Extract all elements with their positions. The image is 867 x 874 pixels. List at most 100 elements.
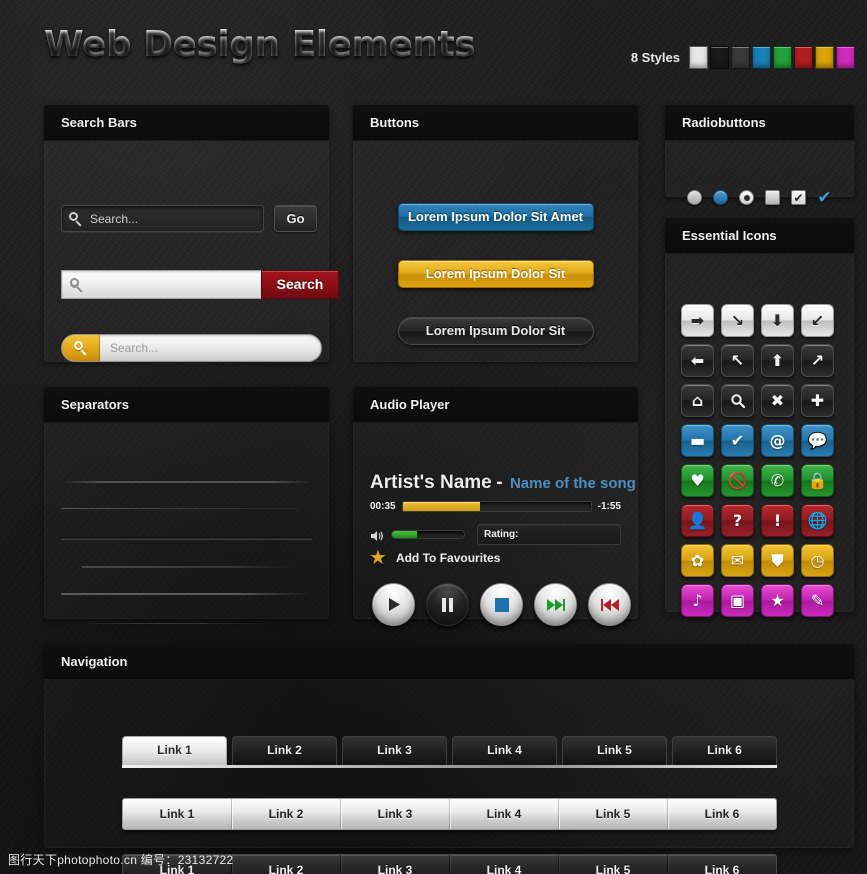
nav2-link-link-6[interactable]: Link 6 [667, 799, 776, 829]
swatch-red[interactable] [794, 46, 813, 69]
arrow-down-right-icon-glyph: ↘ [730, 310, 745, 330]
question-icon[interactable]: ? [721, 504, 754, 537]
nav-tab-link-3[interactable]: Link 3 [342, 736, 447, 765]
nav3-link-link-5[interactable]: Link 5 [558, 855, 667, 874]
rating-dots[interactable] [524, 526, 554, 544]
nav3-link-link-3[interactable]: Link 3 [340, 855, 449, 874]
nav2-link-link-1[interactable]: Link 1 [123, 799, 231, 829]
radio-white-dot[interactable] [739, 190, 754, 205]
dark-button[interactable]: Lorem Ipsum Dolor Sit [397, 317, 594, 345]
search-input-light[interactable] [61, 270, 261, 299]
chat-icon[interactable]: 💬 [801, 424, 834, 457]
search-bar-rounded: Search... [61, 334, 322, 362]
music-icon[interactable]: ♪ [681, 584, 714, 617]
block-icon[interactable]: 🚫 [721, 464, 754, 497]
nav-tabs-underline [122, 765, 777, 768]
plus-icon[interactable]: ✚ [801, 384, 834, 417]
swatch-blue[interactable] [752, 46, 771, 69]
panel-search-bars: Search Bars Search... Go Search Search..… [44, 105, 339, 362]
nav3-link-link-6[interactable]: Link 6 [667, 855, 776, 874]
artist-name: Artist's Name [370, 472, 492, 493]
user-icon[interactable]: 👤 [681, 504, 714, 537]
nav3-link-link-4[interactable]: Link 4 [449, 855, 558, 874]
nav-tab-link-4[interactable]: Link 4 [452, 736, 557, 765]
nav2-link-link-3[interactable]: Link 3 [340, 799, 449, 829]
star-icon[interactable]: ★ [761, 584, 794, 617]
check-icon[interactable]: ✔ [721, 424, 754, 457]
nav-tab-link-2[interactable]: Link 2 [232, 736, 337, 765]
arrow-up-icon[interactable]: ⬆ [761, 344, 794, 377]
arrow-right-icon[interactable]: ➡ [681, 304, 714, 337]
checkbox-checked[interactable]: ✔ [791, 190, 806, 205]
nav3-link-link-2[interactable]: Link 2 [231, 855, 340, 874]
swatch-black[interactable] [710, 46, 729, 69]
swatch-magenta[interactable] [836, 46, 855, 69]
close-icon[interactable]: ✖ [761, 384, 794, 417]
search-input-rounded[interactable]: Search... [61, 334, 322, 362]
pause-button[interactable] [426, 583, 469, 626]
next-button[interactable] [534, 583, 577, 626]
rating-control[interactable]: Rating: [477, 524, 621, 545]
globe-icon[interactable]: 🌐 [801, 504, 834, 537]
at-icon[interactable]: @ [761, 424, 794, 457]
nav-tab-link-1[interactable]: Link 1 [122, 736, 227, 765]
speaker-icon[interactable] [370, 529, 384, 541]
nav-tab-link-6[interactable]: Link 6 [672, 736, 777, 765]
search-icon[interactable] [721, 384, 754, 417]
radio-blue-selected[interactable] [713, 190, 728, 205]
clock-icon[interactable]: ◷ [801, 544, 834, 577]
heart-icon[interactable]: ♥ [681, 464, 714, 497]
nav-tab-link-5[interactable]: Link 5 [562, 736, 667, 765]
separator-6 [74, 623, 289, 624]
swatch-dark-gray[interactable] [731, 46, 750, 69]
music-icon-glyph: ♪ [692, 590, 703, 610]
nav2-link-link-4[interactable]: Link 4 [449, 799, 558, 829]
arrow-left-icon[interactable]: ⬅ [681, 344, 714, 377]
search-icon-badge[interactable] [62, 335, 100, 361]
arrow-down-left-icon[interactable]: ↙ [801, 304, 834, 337]
phone-icon[interactable]: ✆ [761, 464, 794, 497]
minus-icon[interactable]: ▬ [681, 424, 714, 457]
pencil-icon[interactable]: ✎ [801, 584, 834, 617]
panel-title-search-bars: Search Bars [44, 105, 329, 141]
nav2-link-link-5[interactable]: Link 5 [558, 799, 667, 829]
tv-icon-glyph: ▣ [729, 590, 746, 610]
search-input-dark[interactable]: Search... [61, 205, 264, 232]
minus-icon-glyph: ▬ [689, 430, 706, 450]
play-button[interactable] [372, 583, 415, 626]
checkbox-empty[interactable] [765, 190, 780, 205]
radio-gray-unselected[interactable] [687, 190, 702, 205]
home-icon[interactable]: ⌂ [681, 384, 714, 417]
add-to-favourites[interactable]: ★ Add To Favourites [369, 548, 500, 568]
shield-icon[interactable]: ⛊ [761, 544, 794, 577]
arrow-right-icon-glyph: ➡ [690, 310, 705, 330]
panel-essential-icons: Essential Icons ➡ ↘ ⬇ ↙ ⬅ ↖ ⬆ ↗ ⌂ ✖ ✚ ▬ ✔ @ 💬 ♥ 🚫 ✆ 🔒 👤?! 🌐 ✿… [665, 218, 854, 617]
mail-icon[interactable]: ✉ [721, 544, 754, 577]
go-button[interactable]: Go [274, 205, 317, 232]
arrow-up-left-icon[interactable]: ↖ [721, 344, 754, 377]
panel-navigation: Navigation Link 1 Link 2 Link 3 Link 4 Link … [44, 644, 854, 874]
stop-button[interactable] [480, 583, 523, 626]
volume-slider[interactable] [391, 530, 465, 539]
search-button-red[interactable]: Search [261, 270, 339, 299]
plus-icon-glyph: ✚ [810, 390, 825, 410]
swatch-green[interactable] [773, 46, 792, 69]
blue-button[interactable]: Lorem Ipsum Dolor Sit Amet [397, 203, 594, 231]
separator-1 [61, 481, 312, 483]
progress-bar[interactable] [401, 501, 592, 512]
gear-icon[interactable]: ✿ [681, 544, 714, 577]
arrow-down-icon[interactable]: ⬇ [761, 304, 794, 337]
swatch-gold[interactable] [815, 46, 834, 69]
swatch-silver[interactable] [689, 46, 708, 69]
panel-buttons: Buttons Lorem Ipsum Dolor Sit Amet Lorem… [353, 105, 638, 362]
arrow-down-right-icon[interactable]: ↘ [721, 304, 754, 337]
nav2-link-link-2[interactable]: Link 2 [231, 799, 340, 829]
tv-icon[interactable]: ▣ [721, 584, 754, 617]
checkbox-blue-check[interactable]: ✔ [817, 189, 832, 206]
exclamation-icon[interactable]: ! [761, 504, 794, 537]
gold-button[interactable]: Lorem Ipsum Dolor Sit [397, 260, 594, 288]
arrow-up-right-icon[interactable]: ↗ [801, 344, 834, 377]
previous-button[interactable] [588, 583, 631, 626]
block-icon-glyph: 🚫 [727, 470, 748, 490]
lock-icon[interactable]: 🔒 [801, 464, 834, 497]
